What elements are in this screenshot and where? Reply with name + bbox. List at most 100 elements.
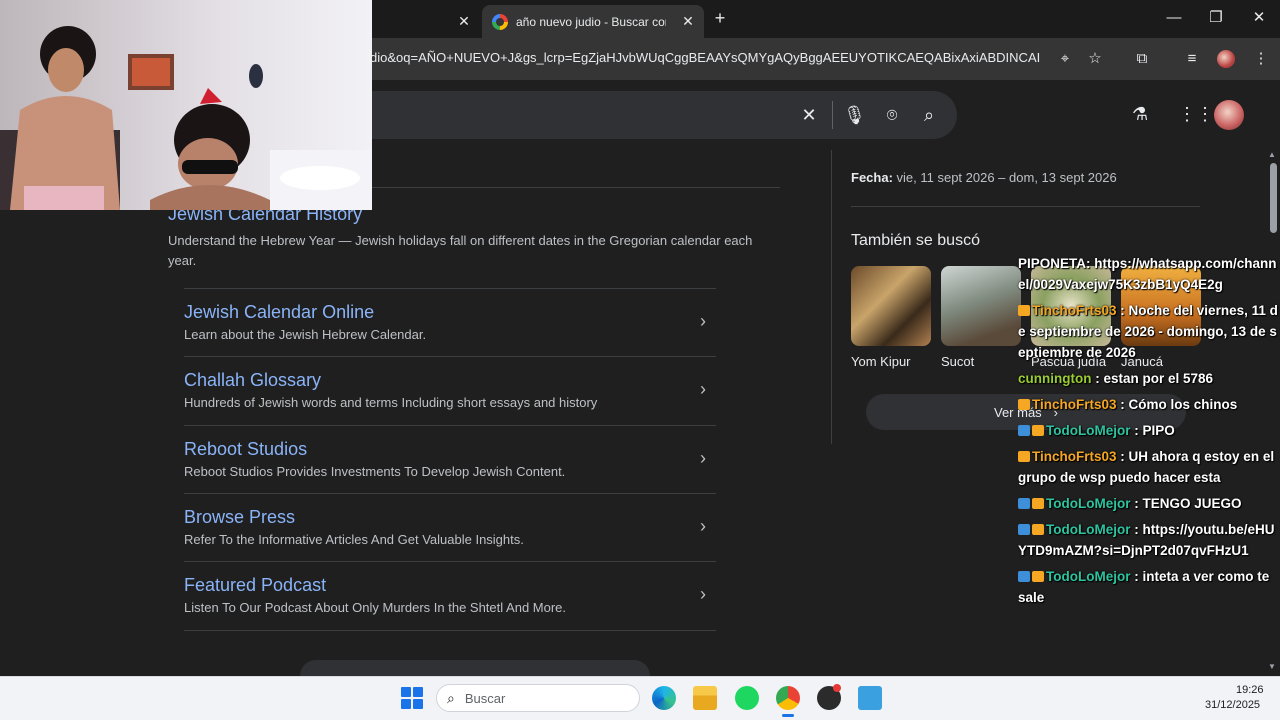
clear-search-icon[interactable]: ✕ [798, 104, 820, 126]
chat-text: PIPO [1142, 423, 1175, 438]
chat-username[interactable]: TinchoFrts03 [1032, 397, 1117, 412]
app-icon[interactable] [858, 686, 882, 710]
file-explorer-icon[interactable] [693, 686, 717, 710]
item-label[interactable]: Yom Kipur [851, 354, 911, 369]
search-icon[interactable]: ⌕ [918, 104, 940, 126]
chevron-right-icon: › [700, 379, 706, 399]
chat-username[interactable]: PIPONETA [1018, 256, 1086, 271]
date-value: vie, 11 sept 2026 – dom, 13 sept 2026 [892, 170, 1117, 185]
yom-kipur-image[interactable] [851, 266, 931, 346]
chat-username[interactable]: cunnington [1018, 371, 1091, 386]
sitelink-title[interactable]: Jewish Calendar Online [184, 302, 374, 323]
sitelink-title[interactable]: Browse Press [184, 507, 295, 528]
crown-badge-icon [1032, 524, 1044, 535]
close-tab-icon[interactable]: ✕ [456, 13, 472, 29]
sitelink-title[interactable]: Reboot Studios [184, 439, 307, 460]
clock-date[interactable]: 31/12/2025 [1205, 699, 1260, 711]
chat-username[interactable]: TinchoFrts03 [1032, 303, 1117, 318]
location-icon[interactable]: ⌖ [1055, 49, 1075, 69]
taskbar-search[interactable]: ⌕ Buscar [436, 684, 640, 712]
arrow-badge-icon [1018, 498, 1030, 509]
tab-active[interactable]: año nuevo judio - Buscar con Google ✕ [482, 5, 704, 38]
chat-message: TodoLoMejor : PIPO [1018, 420, 1280, 441]
result-description: Understand the Hebrew Year — Jewish holi… [168, 233, 753, 268]
also-searched-title: También se buscó [851, 232, 980, 249]
chat-message: TodoLoMejor : https://youtu.be/eHUYTD9mA… [1018, 519, 1280, 561]
maximize-button[interactable]: ❐ [1206, 8, 1226, 28]
chat-message: TodoLoMejor : TENGO JUEGO [1018, 493, 1280, 514]
webcam-overlay [0, 0, 372, 210]
search-icon: ⌕ [447, 689, 455, 706]
webcam-feed [0, 0, 372, 210]
spotify-icon[interactable] [735, 686, 759, 710]
chat-separator: : [1116, 397, 1129, 412]
chat-separator: : [1130, 569, 1143, 584]
close-tab-icon[interactable]: ✕ [680, 13, 696, 29]
crown-badge-icon [1032, 571, 1044, 582]
date-label: Fecha: [851, 170, 893, 185]
chat-username[interactable]: TodoLoMejor [1046, 496, 1130, 511]
chat-username[interactable]: TodoLoMejor [1046, 423, 1130, 438]
sitelink-description: Reboot Studios Provides Investments To D… [184, 464, 566, 479]
sitelink-title[interactable]: Challah Glossary [184, 370, 321, 391]
item-label[interactable]: Sucot [941, 354, 974, 369]
chat-message: TodoLoMejor : inteta a ver como te sale [1018, 566, 1280, 608]
minimize-button[interactable]: — [1164, 8, 1184, 28]
chat-message: cunnington : estan por el 5786 [1018, 368, 1280, 389]
account-avatar[interactable] [1214, 100, 1244, 130]
panel-separator [851, 206, 1200, 207]
search-divider [832, 101, 833, 129]
sitelink[interactable]: Challah Glossary Hundreds of Jewish word… [184, 356, 716, 424]
labs-flask-icon[interactable]: ⚗ [1132, 104, 1148, 125]
crown-badge-icon [1018, 399, 1030, 410]
new-tab-button[interactable]: + [710, 8, 730, 28]
sitelink[interactable]: Jewish Calendar Online Learn about the J… [184, 288, 716, 356]
google-favicon-icon [492, 13, 508, 30]
address-bar[interactable]: dio&oq=AÑO+NUEVO+J&gs_lcrp=EgZjaHJvbWUqC… [370, 50, 1040, 65]
sitelink-divider [184, 630, 716, 631]
chat-text: TENGO JUEGO [1142, 496, 1242, 511]
chat-separator: : [1130, 522, 1143, 537]
chevron-right-icon: › [700, 448, 706, 468]
chat-separator: : [1130, 496, 1143, 511]
media-control-icon[interactable]: ≡ [1182, 49, 1202, 69]
crown-badge-icon [1018, 451, 1030, 462]
arrow-badge-icon [1018, 571, 1030, 582]
windows-start-icon[interactable] [401, 687, 423, 709]
scroll-down-icon[interactable]: ▼ [1268, 662, 1276, 671]
apps-grid-icon[interactable]: ⋮⋮ [1178, 104, 1214, 125]
sitelink[interactable]: Featured Podcast Listen To Our Podcast A… [184, 561, 716, 629]
sitelink-title[interactable]: Featured Podcast [184, 575, 326, 596]
date-info: Fecha: vie, 11 sept 2026 – dom, 13 sept … [851, 170, 1117, 185]
more-results-pill[interactable] [300, 660, 650, 676]
arrow-badge-icon [1018, 524, 1030, 535]
sitelink-description: Refer To the Informative Articles And Ge… [184, 532, 524, 547]
chat-separator: : [1116, 303, 1129, 318]
microphone-icon[interactable]: 🎙 [843, 104, 866, 126]
scroll-up-icon[interactable]: ▲ [1268, 150, 1276, 159]
sitelink-description: Learn about the Jewish Hebrew Calendar. [184, 327, 427, 342]
close-window-button[interactable]: ✕ [1249, 8, 1269, 28]
stream-chat: PIPONETA: https://whatsapp.com/channel/0… [1018, 253, 1280, 613]
menu-icon[interactable]: ⋮ [1251, 49, 1271, 69]
chat-username[interactable]: TodoLoMejor [1046, 569, 1130, 584]
scrollbar-thumb[interactable] [1270, 163, 1277, 233]
panel-divider [831, 150, 832, 444]
crown-badge-icon [1018, 305, 1030, 316]
chrome-icon[interactable] [776, 686, 800, 710]
extensions-icon[interactable]: ⧉ [1132, 49, 1152, 69]
chat-username[interactable]: TinchoFrts03 [1032, 449, 1117, 464]
edge-icon[interactable] [652, 686, 676, 710]
crown-badge-icon [1032, 425, 1044, 436]
sitelink-description: Hundreds of Jewish words and terms Inclu… [184, 395, 598, 410]
profile-avatar-icon[interactable] [1217, 50, 1235, 68]
bookmark-star-icon[interactable]: ☆ [1085, 49, 1105, 69]
clock-time[interactable]: 19:26 [1236, 684, 1264, 696]
tab-inactive[interactable]: ✕ [372, 5, 480, 38]
sucot-image[interactable] [941, 266, 1021, 346]
arrow-badge-icon [1018, 425, 1030, 436]
sitelink[interactable]: Reboot Studios Reboot Studios Provides I… [184, 425, 716, 493]
sitelink[interactable]: Browse Press Refer To the Informative Ar… [184, 493, 716, 561]
camera-search-icon[interactable]: ⌾ [881, 104, 903, 126]
chat-username[interactable]: TodoLoMejor [1046, 522, 1130, 537]
